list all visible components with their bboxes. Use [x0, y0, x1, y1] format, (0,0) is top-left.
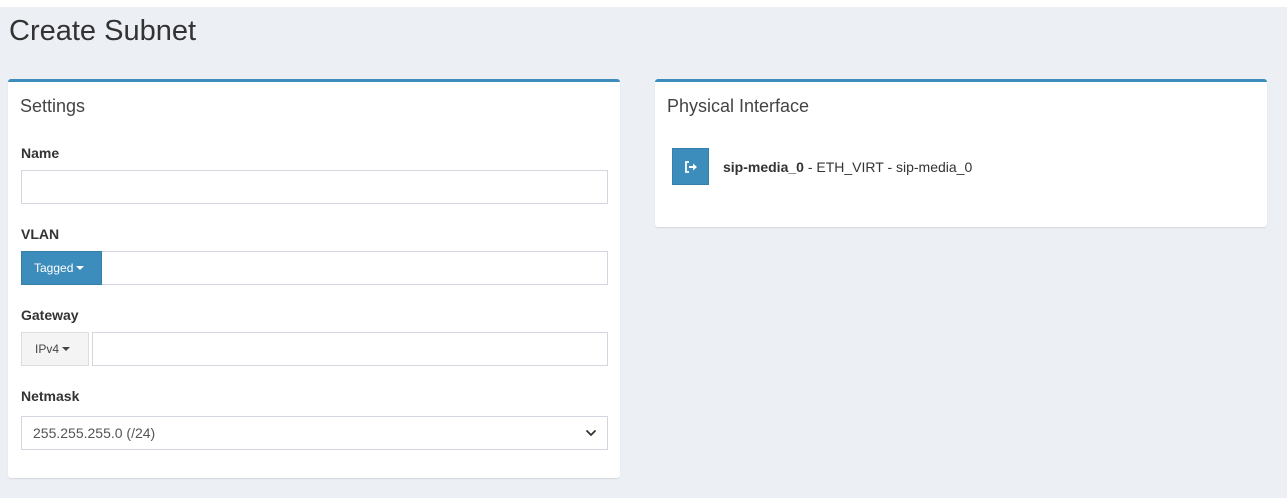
- gateway-input-group: IPv4: [21, 332, 608, 366]
- netmask-label: Netmask: [21, 388, 80, 404]
- interface-name: sip-media_0: [723, 158, 804, 175]
- select-interface-button[interactable]: [672, 148, 709, 185]
- settings-box: Settings Name VLAN Tagged Gateway IPv4 N…: [8, 79, 620, 478]
- interface-description: sip-media_0 - ETH_VIRT - sip-media_0: [723, 159, 972, 175]
- physical-interface-title: Physical Interface: [667, 96, 810, 116]
- chevron-down-icon: [586, 430, 596, 436]
- vlan-input-group: Tagged: [21, 251, 608, 285]
- vlan-input[interactable]: [102, 251, 608, 285]
- interface-details: - ETH_VIRT - sip-media_0: [803, 158, 973, 175]
- caret-down-icon: [76, 266, 85, 270]
- vlan-mode-label: Tagged: [34, 261, 74, 275]
- netmask-selected-value: 255.255.255.0 (/24): [33, 425, 156, 441]
- interface-list-item: sip-media_0 - ETH_VIRT - sip-media_0: [672, 148, 972, 185]
- vlan-mode-dropdown-button[interactable]: Tagged: [21, 251, 102, 285]
- page-title: Create Subnet: [9, 15, 197, 47]
- ip-family-label: IPv4: [35, 342, 60, 356]
- vlan-label: VLAN: [21, 226, 60, 242]
- ip-family-dropdown-button[interactable]: IPv4: [21, 332, 89, 366]
- sign-out-icon: [684, 160, 697, 173]
- netmask-select[interactable]: 255.255.255.0 (/24): [21, 416, 608, 450]
- name-input[interactable]: [21, 170, 608, 204]
- settings-box-title: Settings: [20, 96, 86, 116]
- gateway-input[interactable]: [92, 332, 608, 366]
- physical-interface-box: Physical Interface sip-media_0 - ETH_VIR…: [655, 79, 1267, 227]
- caret-down-icon: [62, 347, 71, 351]
- gateway-label: Gateway: [21, 307, 79, 323]
- name-label: Name: [21, 145, 60, 161]
